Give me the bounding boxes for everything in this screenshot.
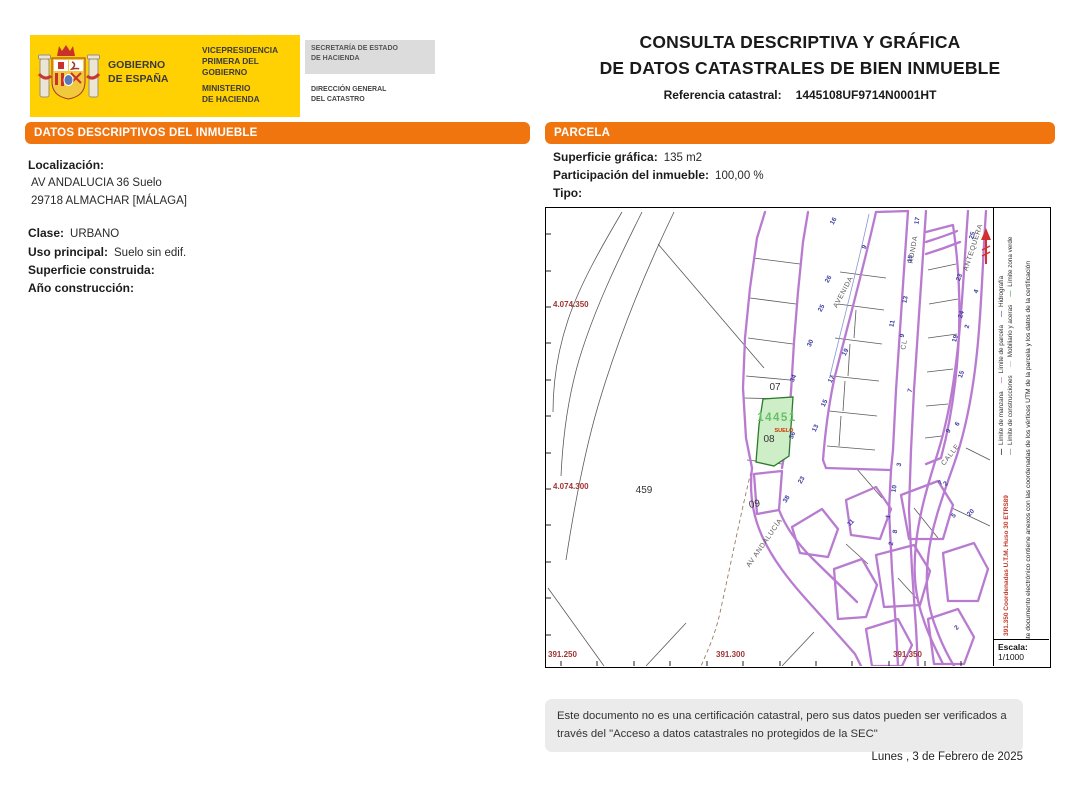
house-number-label: 26 [824,274,834,284]
legend-item: — Límite de construcciones [1007,375,1014,455]
reference-value: 1445108UF9714N0001HT [796,88,937,102]
reference-label: Referencia catastral: [664,88,782,102]
house-number-label: 30 [806,338,816,348]
utm-coordinate-label: 4.074.300 [553,482,589,491]
vicepresidencia-label: VICEPRESIDENCIA PRIMERA DEL GOBIERNO [202,45,300,79]
logo-yellow-panel: GOBIERNO DE ESPAÑA VICEPRESIDENCIA PRIME… [30,35,300,117]
government-logo: GOBIERNO DE ESPAÑA VICEPRESIDENCIA PRIME… [30,35,430,117]
document-title: CONSULTA DESCRIPTIVA Y GRÁFICA DE DATOS … [555,32,1045,102]
house-number-label: 10 [890,484,898,493]
legend-item: — Mobiliario y aceras [1007,305,1014,368]
superficie-construida-field: Superficie construida: [28,263,161,277]
house-number-label: 25 [817,303,827,313]
utm-coordinate-label: 391.300 [716,650,745,659]
address-line2: 29718 ALMACHAR [MÁLAGA] [31,195,187,207]
map-legend-strip: — Límite de manzana— Límite de parcela— … [993,208,1049,666]
title-line2: DE DATOS CATASTRALES DE BIEN INMUEBLE [555,58,1045,79]
house-number-label: 23 [797,475,807,485]
legend-item: — Límite zona verde [1007,237,1014,297]
house-number-label: 20 [966,508,976,518]
map-canvas: AVENIDARONDACLANTEQUERACALLEAV ANDALUCÍA… [546,208,993,666]
utm-coordinate-label: 391.350 [893,650,922,659]
cadastral-document-page: GOBIERNO DE ESPAÑA VICEPRESIDENCIA PRIME… [0,0,1067,800]
parcel-id-label: 14451 [757,412,796,424]
parcel-subdivision-lines [646,258,990,666]
utm-coordinates-note: 391.350 Coordenadas U.T.M. Huso 30 ETRS8… [1003,495,1010,636]
localizacion-label: Localización: [28,158,104,172]
house-number-label: 24 [957,310,966,319]
anio-construccion-field: Año construcción: [28,281,140,295]
house-number-label: 13 [811,423,821,433]
parcel-id-label: 459 [636,485,653,496]
cadastral-map: AVENIDARONDACLANTEQUERACALLEAV ANDALUCÍA… [545,207,1051,668]
house-number-label: 16 [829,216,839,226]
legend-item: — Límite de parcela [998,325,1005,383]
utm-coordinate-label: 4.074.350 [553,300,589,309]
house-number-label: 34 [789,373,798,383]
house-number-label: 6 [954,420,962,427]
parcel-id-label: 08 [763,434,775,445]
secretaria-estado-label: SECRETARÍA DE ESTADO DE HACIENDA [305,40,435,74]
disclaimer-box: Este documento no es una certificación c… [545,699,1023,752]
section-header-datos-descriptivos: DATOS DESCRIPTIVOS DEL INMUEBLE [25,122,530,144]
legend-item: — Límite de manzana [998,391,1005,455]
legend-swatch: — [1007,361,1014,367]
scale-value: 1/1000 [998,652,1045,662]
house-number-label: 3 [896,462,904,467]
parcel-id-label: 09 [748,498,761,511]
legend-swatch: — [998,449,1005,455]
legend-swatch: — [998,311,1005,317]
ministerio-label: MINISTERIO DE HACIENDA [202,83,260,105]
house-number-label: 11 [846,518,856,528]
scale-label: Escala: [998,642,1045,652]
document-date: Lunes , 3 de Febrero de 2025 [545,751,1023,763]
house-number-label: 17 [913,216,921,225]
house-number-label: 36 [788,430,797,440]
house-number-label: 2 [964,324,972,330]
spain-coat-of-arms-icon [38,42,100,110]
clase-field: Clase:URBANO [28,226,119,240]
house-number-label: 38 [782,494,792,504]
house-number-label: 9 [899,333,907,338]
parcel-id-label: 07 [769,382,781,393]
house-number-label: 13 [901,295,909,304]
street-name-label: AV ANDALUCÍA [744,516,784,568]
legend-item: — Hidrografía [998,276,1005,317]
house-number-label: 4 [973,288,981,294]
superficie-grafica-field: Superficie gráfica:135 m2 [553,150,702,164]
certification-note: Este documento electrónico contiene anex… [1025,261,1032,646]
legend-swatch: — [1007,449,1014,455]
house-number-label: 15 [957,370,966,380]
house-number-label: 5 [950,512,958,520]
house-number-label: 11 [888,319,896,328]
section-header-parcela: PARCELA [545,122,1055,144]
street-name-label: AVENIDA [833,275,855,309]
utm-coordinate-label: 391.250 [548,650,577,659]
title-line1: CONSULTA DESCRIPTIVA Y GRÁFICA [555,32,1045,53]
house-number-label: 2 [953,624,961,632]
direccion-general-catastro-label: DIRECCIÓN GENERAL DEL CATASTRO [311,85,386,105]
uso-principal-field: Uso principal:Suelo sin edif. [28,245,186,259]
house-number-label: 8 [892,529,900,534]
legend-rows: — Límite de manzana— Límite de parcela— … [997,229,1016,455]
tipo-field: Tipo: [553,186,588,200]
legend-swatch: — [1007,290,1014,296]
participacion-field: Participación del inmueble:100,00 % [553,168,764,182]
cadastral-reference: Referencia catastral: 1445108UF9714N0001H… [555,88,1045,102]
gobierno-espana-label: GOBIERNO DE ESPAÑA [108,59,168,86]
scale-box: Escala: 1/1000 [994,639,1049,666]
legend-swatch: — [998,377,1005,383]
address-line1: AV ANDALUCIA 36 Suelo [31,177,162,189]
street-name-label: CL [900,339,909,350]
dashed-boundary-line [701,472,751,666]
